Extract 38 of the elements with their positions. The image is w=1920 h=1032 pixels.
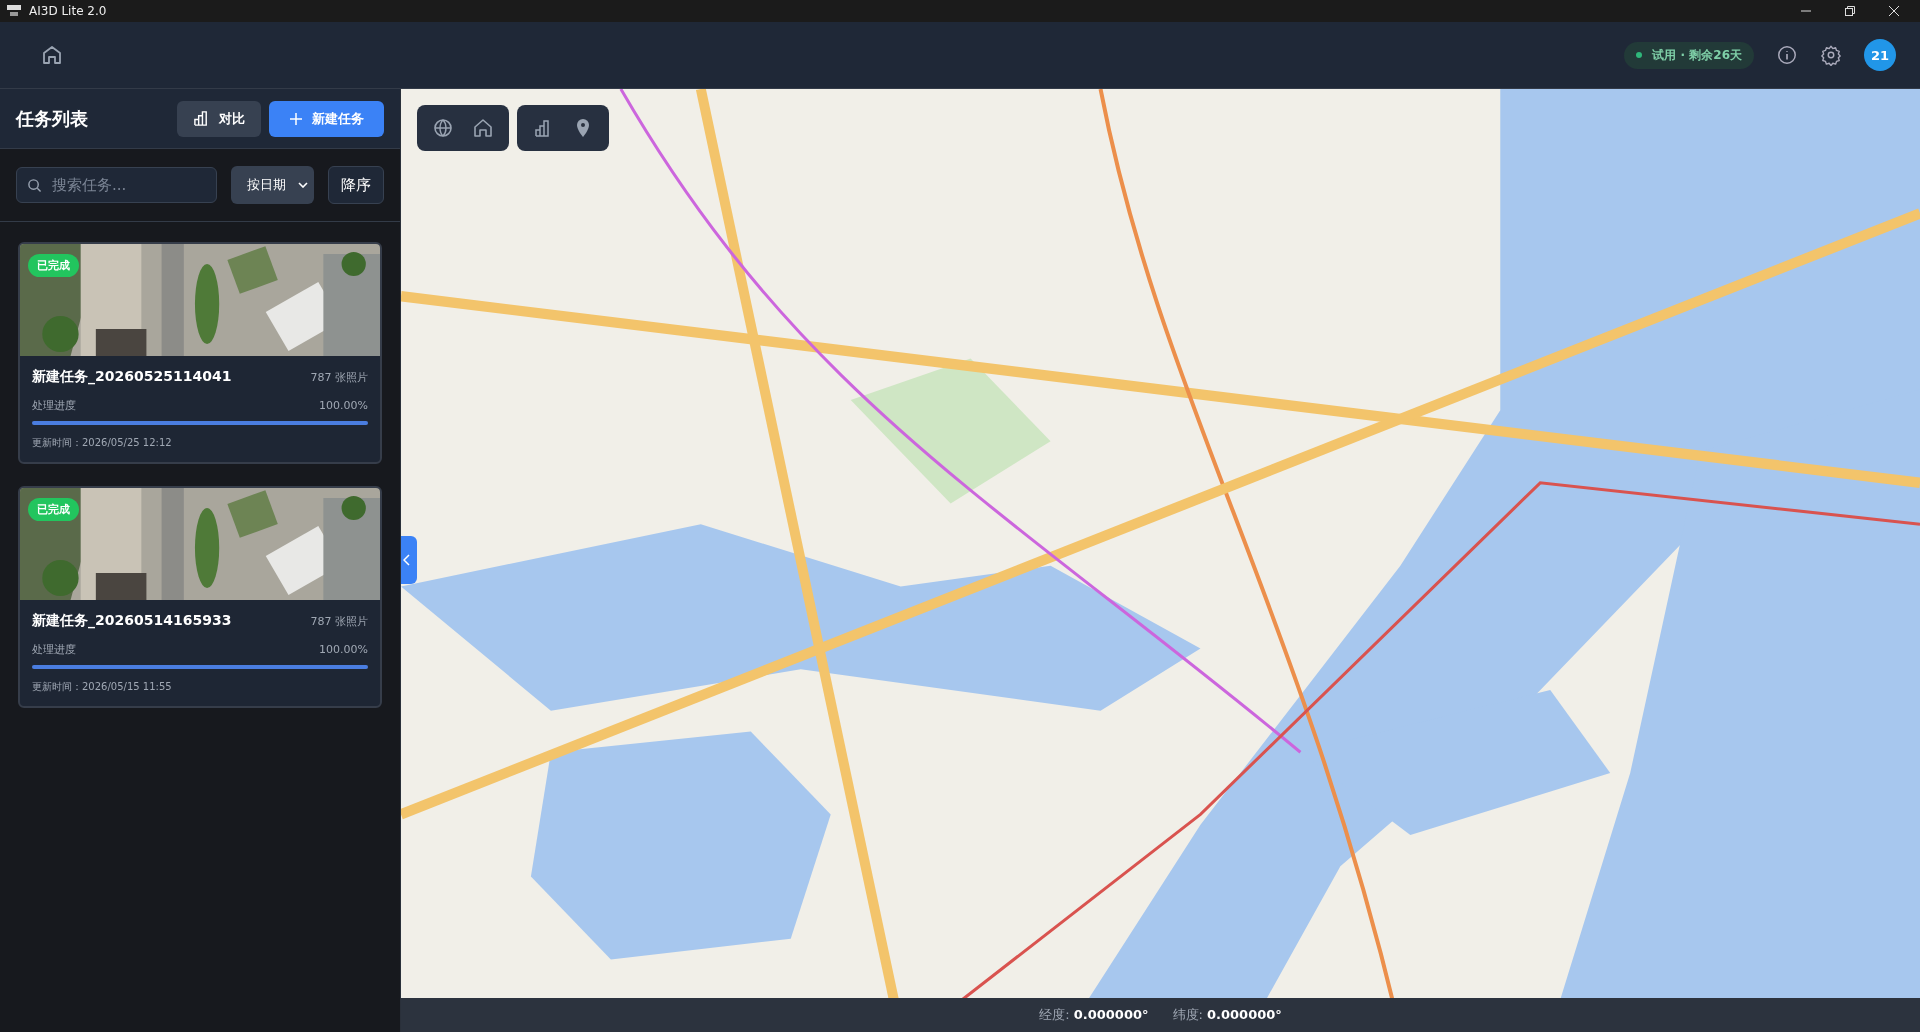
progress-percent: 100.00% [319, 399, 368, 412]
progress-percent: 100.00% [319, 643, 368, 656]
chevron-left-icon [403, 554, 411, 566]
trial-badge: 试用 · 剩余26天 [1624, 41, 1754, 69]
sort-select[interactable]: 按日期 [231, 166, 314, 204]
collapse-panel-button[interactable] [401, 536, 417, 584]
info-icon[interactable] [1776, 44, 1798, 66]
latitude-readout: 纬度: 0.000000° [1172, 1006, 1282, 1024]
window-title: AI3D Lite 2.0 [29, 4, 107, 18]
status-badge: 已完成 [28, 254, 79, 277]
new-task-button[interactable]: 新建任务 [269, 100, 384, 137]
settings-icon[interactable] [1820, 44, 1842, 66]
status-badge: 已完成 [28, 498, 79, 521]
globe-icon[interactable] [431, 116, 455, 140]
photo-count: 787 张照片 [310, 369, 368, 385]
task-name: 新建任务_20260514165933 [32, 612, 232, 630]
home-icon[interactable] [471, 116, 495, 140]
longitude-readout: 经度: 0.000000° [1039, 1006, 1149, 1024]
home-icon[interactable] [40, 43, 64, 67]
task-card[interactable]: 已完成 新建任务_20260514165933 787 张照片 处理进度 100.00% 更新时间：2026/05/15 11:55 [18, 486, 382, 708]
search-field[interactable]: 搜索任务... [16, 167, 217, 203]
close-icon[interactable] [1888, 5, 1900, 17]
update-time: 更新时间：2026/05/25 12:12 [32, 436, 173, 450]
plus-icon [289, 111, 303, 126]
search-icon [27, 178, 42, 193]
photo-count: 787 张照片 [310, 613, 368, 629]
task-name: 新建任务_20260525114041 [32, 368, 232, 386]
progress-label: 处理进度 [32, 398, 76, 413]
progress-label: 处理进度 [32, 642, 76, 657]
app-logo-icon [6, 4, 22, 18]
update-time: 更新时间：2026/05/15 11:55 [32, 680, 173, 694]
panel-title: 任务列表 [16, 106, 88, 131]
restore-icon[interactable] [1844, 5, 1856, 17]
compare-button[interactable]: 对比 [177, 100, 261, 137]
sort-order-button[interactable]: 降序 [328, 166, 384, 204]
task-card[interactable]: 已完成 新建任务_20260525114041 787 张照片 处理进度 100.00% 更新时间：2026/05/25 12:12 [18, 242, 382, 464]
bar-chart-icon [193, 110, 210, 127]
chevron-down-icon [298, 182, 308, 188]
